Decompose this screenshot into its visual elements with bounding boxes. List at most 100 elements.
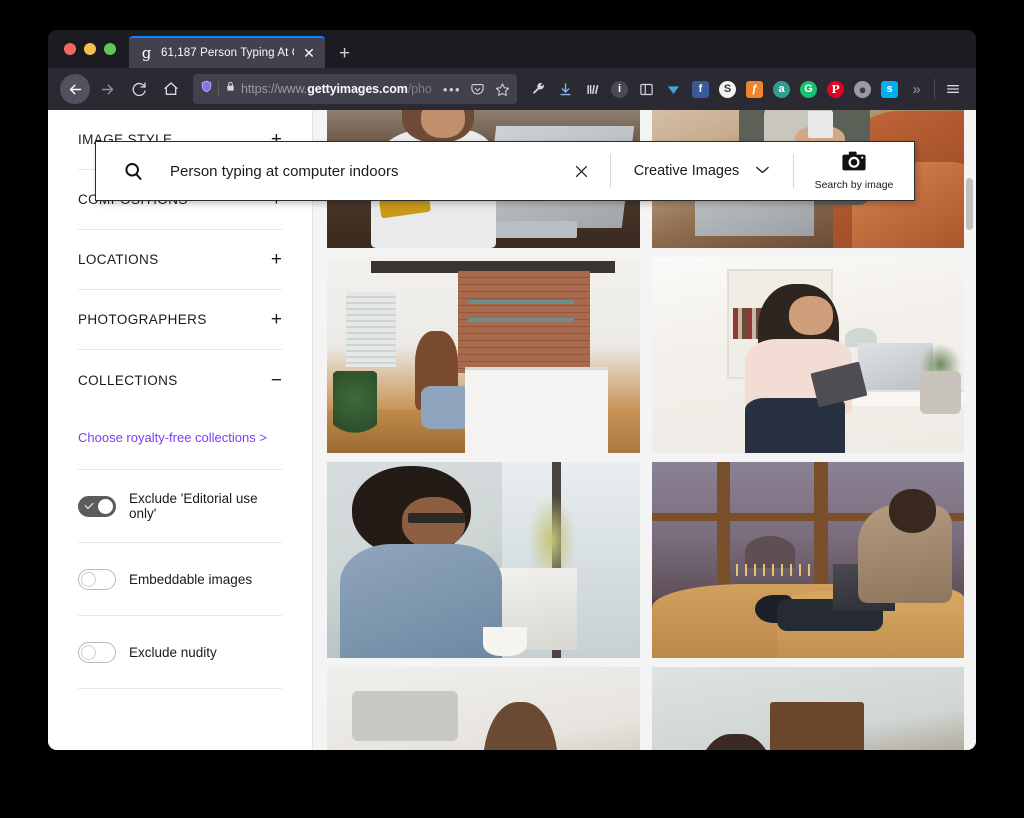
search-by-image-label: Search by image [814,179,894,191]
diamond-icon[interactable] [660,75,687,103]
honey-icon[interactable]: ƒ [741,75,768,103]
lock-icon[interactable] [225,80,236,98]
toggle-row-exclude-nudity[interactable]: Exclude nudity [78,616,282,689]
url-prefix: https://www. [241,82,308,96]
overflow-icon[interactable]: » [903,75,930,103]
camera-icon [842,151,866,176]
amazon-icon[interactable]: a [768,75,795,103]
minus-icon[interactable]: − [271,371,282,390]
url-path: /pho [407,82,432,96]
chevron-down-icon[interactable] [755,162,770,180]
search-input[interactable]: Person typing at computer indoors [170,142,552,200]
back-arrow-icon[interactable] [60,74,90,104]
facebook-icon[interactable]: f [687,75,714,103]
browser-window: g 61,187 Person Typing At Compu ✕ + [48,30,976,750]
getty-g-favicon: g [141,43,152,62]
minimize-window-button[interactable] [84,43,96,55]
plus-icon[interactable]: + [271,250,282,269]
page-content: IMAGE STYLE + COMPOSITIONS + LOCATIONS +… [48,110,976,750]
image-results-grid [327,110,964,750]
dropdown-label: Creative Images [633,163,740,179]
result-thumbnail[interactable] [651,462,964,658]
toggle-knob [81,644,96,660]
account-badge: ● [854,80,871,98]
close-icon[interactable]: ✕ [301,46,317,60]
toggle-knob [98,498,113,514]
toggle-label: Embeddable images [129,571,253,587]
home-icon[interactable] [156,74,186,104]
scrollbar-thumb[interactable] [966,178,973,230]
close-window-button[interactable] [64,43,76,55]
toggle-label: Exclude nudity [129,644,217,660]
honey-badge: ƒ [746,80,763,98]
extension-toolbar: i f S ƒ a G P ● s » [525,75,966,103]
skype-badge: s [881,80,898,98]
filter-label: COLLECTIONS [78,372,178,388]
image-type-dropdown[interactable]: Creative Images [611,142,793,200]
search-results-area [313,110,976,750]
toggle-row-exclude-editorial[interactable]: Exclude 'Editorial use only' [78,470,282,543]
wrench-icon[interactable] [525,75,552,103]
result-thumbnail[interactable] [651,257,964,453]
reload-icon[interactable] [124,74,154,104]
shopping-icon[interactable]: S [714,75,741,103]
hamburger-menu-icon[interactable] [939,75,966,103]
library-icon[interactable] [579,75,606,103]
info-icon[interactable]: i [606,75,633,103]
url-bar[interactable]: https://www.gettyimages.com/pho ••• [193,74,517,104]
shield-icon[interactable] [200,79,213,99]
result-thumbnail[interactable] [327,462,640,658]
search-by-image-button[interactable]: Search by image [794,142,914,200]
window-traffic-lights [48,30,129,68]
toggle-knob [81,571,96,587]
clear-search-icon[interactable] [552,142,610,200]
exclude-editorial-toggle[interactable] [78,495,116,517]
filter-sidebar: IMAGE STYLE + COMPOSITIONS + LOCATIONS +… [48,110,313,750]
pinterest-icon[interactable]: P [822,75,849,103]
tab-strip: g 61,187 Person Typing At Compu ✕ + [48,30,976,68]
choose-collections-link[interactable]: Choose royalty-free collections > [78,410,282,470]
download-icon[interactable] [552,75,579,103]
grammarly-badge: G [800,80,817,98]
page-actions-icon[interactable]: ••• [442,78,462,100]
check-icon [84,499,94,509]
amazon-badge: a [773,80,790,98]
result-thumbnail[interactable] [327,257,640,453]
filter-label: PHOTOGRAPHERS [78,312,207,327]
plus-icon[interactable]: + [271,310,282,329]
browser-tab-active[interactable]: g 61,187 Person Typing At Compu ✕ [129,36,325,68]
result-thumbnail[interactable] [651,667,964,750]
new-tab-button[interactable]: + [339,44,350,63]
info-badge: i [611,80,628,98]
urlbar-divider [218,81,219,97]
skype-icon[interactable]: s [876,75,903,103]
search-icon[interactable] [96,142,170,200]
account-icon[interactable]: ● [849,75,876,103]
star-icon[interactable] [492,78,512,100]
pocket-icon[interactable] [467,78,487,100]
embeddable-images-toggle[interactable] [78,568,116,590]
exclude-nudity-toggle[interactable] [78,641,116,663]
sidebar-icon[interactable] [633,75,660,103]
tab-title: 61,187 Person Typing At Compu [161,47,294,59]
filter-photographers[interactable]: PHOTOGRAPHERS + [78,290,282,350]
toggle-row-embeddable[interactable]: Embeddable images [78,543,282,616]
search-input-value: Person typing at computer indoors [170,162,399,180]
url-domain: gettyimages.com [307,82,408,96]
toolbar-divider [934,79,935,99]
maximize-window-button[interactable] [104,43,116,55]
shopping-badge: S [719,80,736,98]
facebook-badge: f [692,80,709,98]
filter-label: LOCATIONS [78,252,159,267]
url-text[interactable]: https://www.gettyimages.com/pho [241,82,437,96]
filter-locations[interactable]: LOCATIONS + [78,230,282,290]
result-thumbnail[interactable] [327,667,640,750]
pinterest-badge: P [827,80,844,98]
toggle-label: Exclude 'Editorial use only' [129,491,258,521]
grammarly-icon[interactable]: G [795,75,822,103]
filter-collections[interactable]: COLLECTIONS − [78,350,282,410]
page-scrollbar[interactable] [965,110,974,750]
forward-arrow-icon[interactable] [92,74,122,104]
search-bar-overlay[interactable]: Person typing at computer indoors Creati… [95,141,915,201]
navigation-toolbar: https://www.gettyimages.com/pho ••• i f … [48,68,976,110]
